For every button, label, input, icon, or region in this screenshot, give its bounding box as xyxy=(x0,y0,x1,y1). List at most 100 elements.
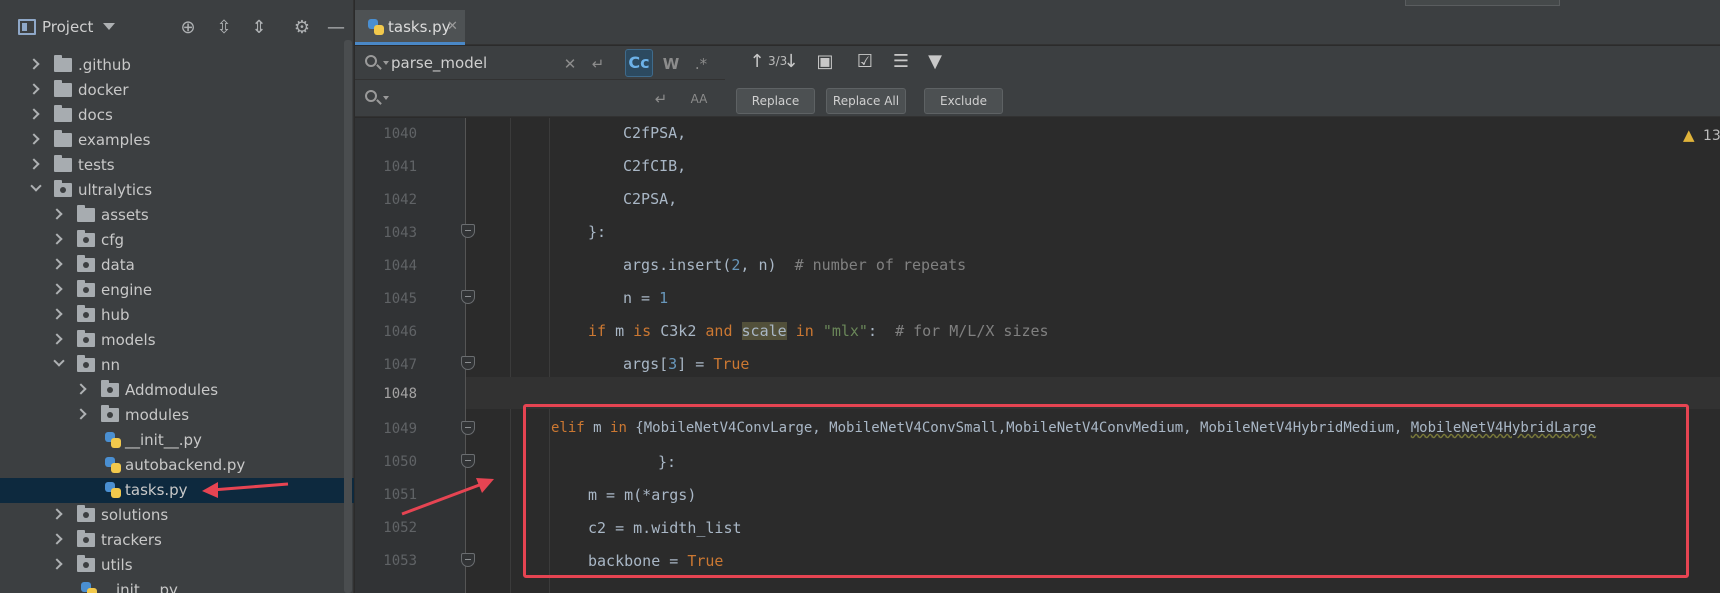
tree-item[interactable]: __init__.py xyxy=(0,578,354,593)
tree-item[interactable]: solutions xyxy=(0,503,354,528)
project-window-icon xyxy=(18,19,36,35)
filter-icon[interactable]: ▼ xyxy=(921,48,949,76)
chevron-down-icon[interactable] xyxy=(30,180,42,192)
fold-marker-icon[interactable] xyxy=(461,553,475,567)
replace-input[interactable] xyxy=(391,86,581,110)
project-title[interactable]: Project xyxy=(42,18,93,36)
search-history-icon[interactable] xyxy=(383,61,389,65)
package-folder-icon xyxy=(101,380,119,397)
chevron-down-icon[interactable] xyxy=(103,23,115,30)
fold-marker-icon[interactable] xyxy=(461,224,475,238)
collapse-all-icon[interactable]: ⇕ xyxy=(249,18,269,38)
chevron-right-icon[interactable] xyxy=(51,233,63,245)
python-file-icon xyxy=(367,18,385,36)
chevron-right-icon[interactable] xyxy=(51,533,63,545)
chevron-right-icon[interactable] xyxy=(28,108,40,120)
minimize-icon[interactable]: — xyxy=(326,18,346,38)
gear-icon[interactable]: ⚙ xyxy=(292,18,312,38)
chevron-right-icon[interactable] xyxy=(75,383,87,395)
python-file-icon xyxy=(104,431,122,449)
code-line-1045: n = 1 xyxy=(623,289,669,307)
tree-item[interactable]: models xyxy=(0,328,354,353)
new-line-icon[interactable]: ↵ xyxy=(651,87,671,111)
chevron-right-icon[interactable] xyxy=(28,58,40,70)
chevron-right-icon[interactable] xyxy=(51,558,63,570)
tree-item[interactable]: utils xyxy=(0,553,354,578)
chevron-right-icon[interactable] xyxy=(51,283,63,295)
tree-item[interactable]: autobackend.py xyxy=(0,453,354,478)
filter-options-icon[interactable]: ☰ xyxy=(887,48,915,76)
previous-occurrence-icon[interactable]: ↑ xyxy=(743,48,771,76)
chevron-right-icon[interactable] xyxy=(51,333,63,345)
tab-tasks-py[interactable]: tasks.py ✕ xyxy=(355,10,465,45)
folder-icon xyxy=(54,155,72,172)
chevron-right-icon[interactable] xyxy=(28,83,40,95)
locate-icon[interactable]: ⊕ xyxy=(178,18,198,38)
tree-item[interactable]: hub xyxy=(0,303,354,328)
tree-item[interactable]: modules xyxy=(0,403,354,428)
exclude-button[interactable]: Exclude xyxy=(924,88,1003,114)
tree-item[interactable]: docs xyxy=(0,103,354,128)
chevron-right-icon[interactable] xyxy=(28,133,40,145)
in-selection-icon[interactable]: ☑ xyxy=(851,48,879,76)
tree-item[interactable]: cfg xyxy=(0,228,354,253)
tree-item[interactable]: assets xyxy=(0,203,354,228)
expand-all-icon[interactable]: ⇳ xyxy=(214,18,234,38)
match-case-toggle[interactable]: Cc xyxy=(625,49,653,77)
regex-toggle[interactable]: .* xyxy=(689,52,713,76)
tree-item-label: solutions xyxy=(101,506,169,524)
chevron-right-icon[interactable] xyxy=(51,208,63,220)
tree-item[interactable]: .github xyxy=(0,53,354,78)
tree-item[interactable]: docker xyxy=(0,78,354,103)
package-folder-icon xyxy=(77,505,95,522)
fold-marker-icon[interactable] xyxy=(461,290,475,304)
clear-search-icon[interactable]: ✕ xyxy=(561,52,579,76)
replace-history-icon[interactable] xyxy=(383,96,389,100)
fold-marker-icon[interactable] xyxy=(461,356,475,370)
fold-marker-icon[interactable] xyxy=(461,454,475,468)
new-line-icon[interactable]: ↵ xyxy=(588,52,608,76)
tree-item[interactable]: __init__.py xyxy=(0,428,354,453)
replace-button[interactable]: Replace xyxy=(736,88,815,114)
tree-item[interactable]: engine xyxy=(0,278,354,303)
tree-item-label: trackers xyxy=(101,531,162,549)
tree-item-label: nn xyxy=(101,356,121,374)
chevron-right-icon[interactable] xyxy=(51,308,63,320)
tree-item[interactable]: Addmodules xyxy=(0,378,354,403)
warning-count[interactable]: 13 xyxy=(1703,128,1720,144)
chevron-down-icon[interactable] xyxy=(53,355,65,367)
tree-item-label: models xyxy=(101,331,156,349)
warning-icon[interactable]: ▲ xyxy=(1683,126,1695,144)
chevron-right-icon[interactable] xyxy=(28,158,40,170)
replace-search-icon[interactable] xyxy=(365,90,377,102)
select-all-occurrences-icon[interactable]: ▣ xyxy=(811,48,839,76)
tree-item-label: hub xyxy=(101,306,130,324)
next-occurrence-icon[interactable]: ↓ xyxy=(777,48,805,76)
tree-item[interactable]: nn xyxy=(0,353,354,378)
search-input[interactable] xyxy=(391,51,581,75)
search-icon[interactable] xyxy=(365,55,377,67)
code-line-1044: args.insert(2, n) # number of repeats xyxy=(623,256,967,274)
tree-item-selected[interactable]: tasks.py xyxy=(0,478,354,503)
tree-item[interactable]: trackers xyxy=(0,528,354,553)
close-icon[interactable]: ✕ xyxy=(447,19,458,34)
tree-item[interactable]: tests xyxy=(0,153,354,178)
replace-all-button[interactable]: Replace All xyxy=(826,88,906,114)
tree-item[interactable]: ultralytics xyxy=(0,178,354,203)
code-line-1040: C2fPSA, xyxy=(623,124,687,142)
whole-words-toggle[interactable]: W xyxy=(659,52,683,76)
tree-item[interactable]: examples xyxy=(0,128,354,153)
chevron-right-icon[interactable] xyxy=(75,408,87,420)
chevron-right-icon[interactable] xyxy=(51,258,63,270)
preserve-case-icon[interactable]: AA xyxy=(685,87,713,111)
tree-item-label: ultralytics xyxy=(78,181,153,199)
line-number: 1053 xyxy=(383,553,417,569)
top-search-field[interactable] xyxy=(1405,0,1560,6)
annotation-highlight-box xyxy=(523,404,1689,578)
fold-marker-icon[interactable] xyxy=(461,421,475,435)
tree-item[interactable]: data xyxy=(0,253,354,278)
tree-item-label: engine xyxy=(101,281,153,299)
project-scrollbar[interactable] xyxy=(344,40,352,593)
python-file-icon xyxy=(104,456,122,474)
chevron-right-icon[interactable] xyxy=(51,508,63,520)
